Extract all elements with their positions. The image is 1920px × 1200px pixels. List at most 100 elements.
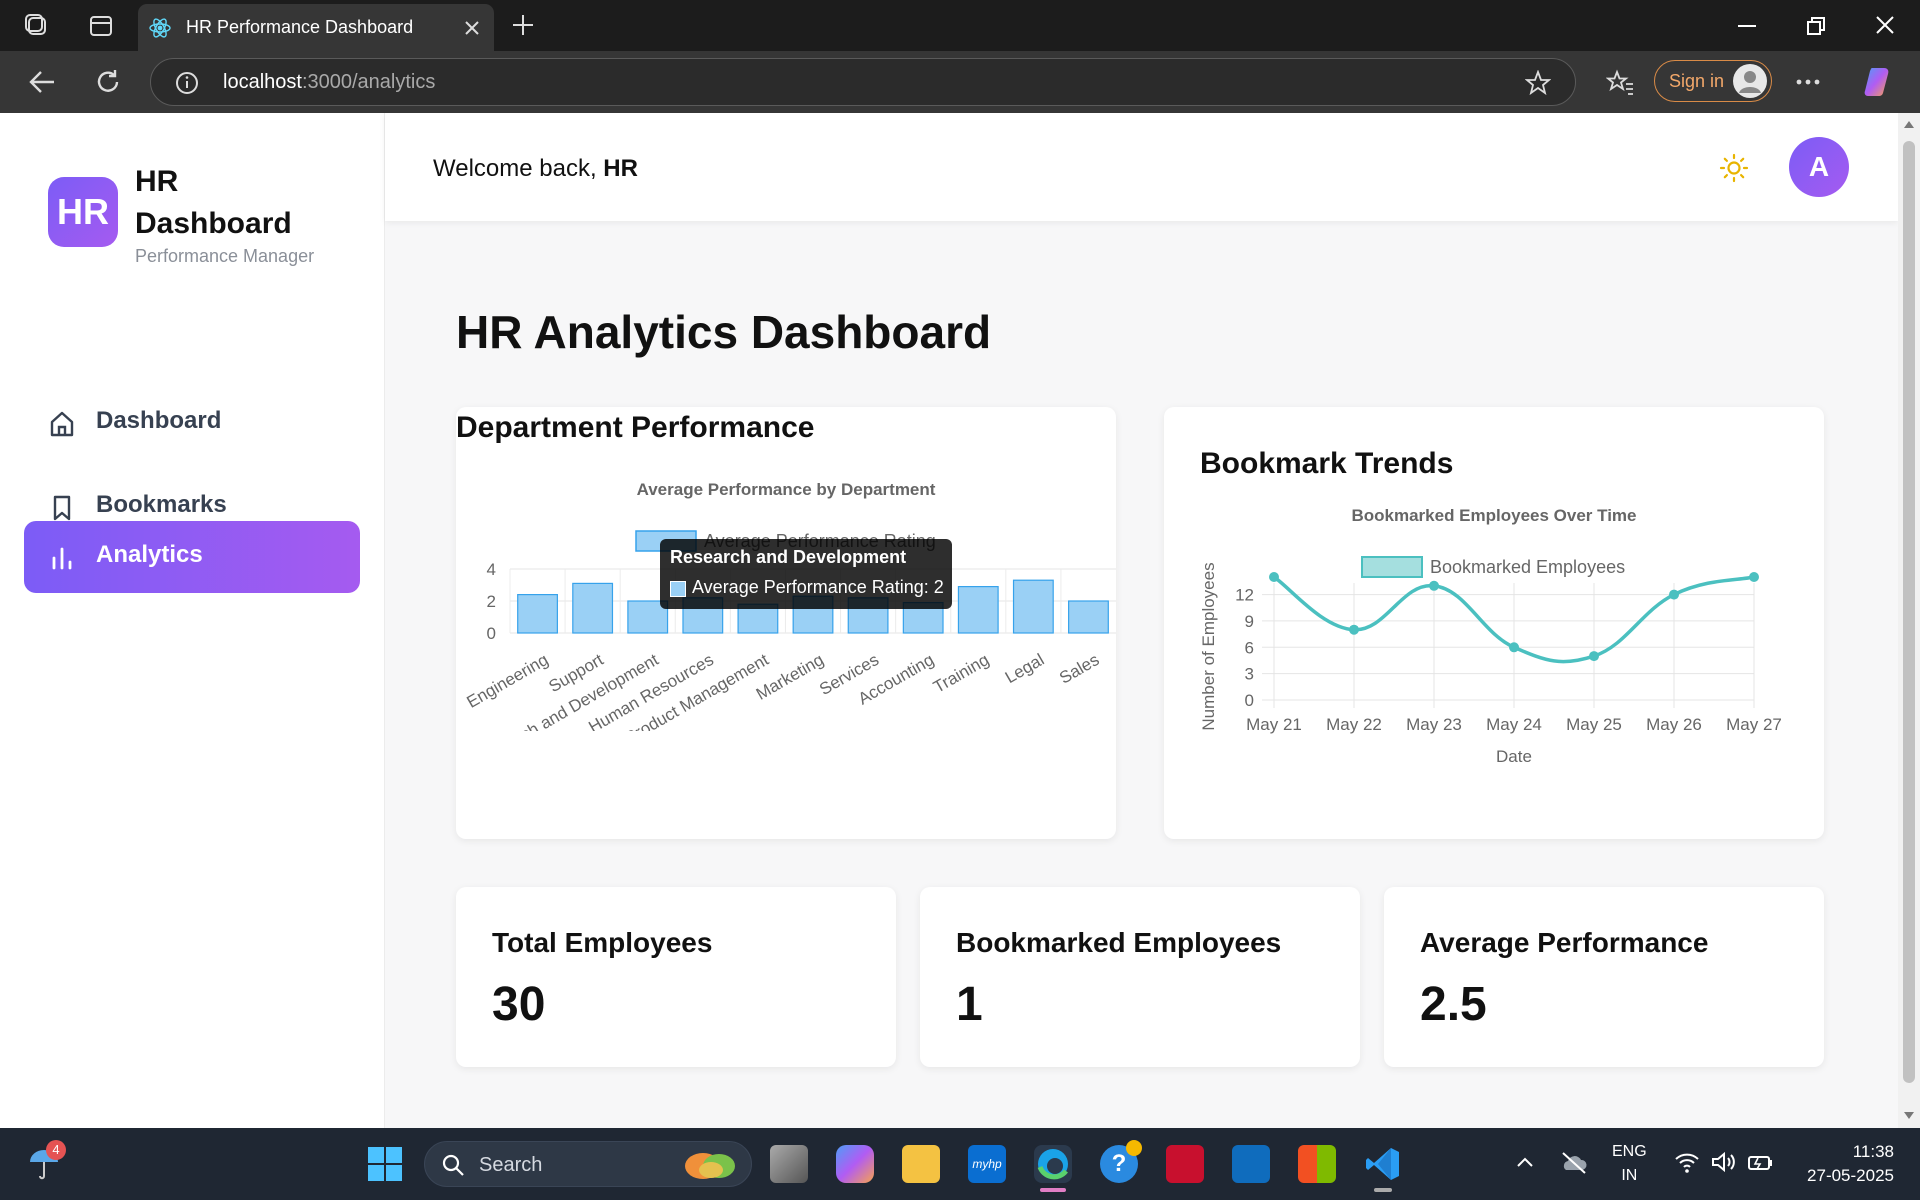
chart-title: Average Performance by Department	[637, 480, 936, 499]
sun-icon[interactable]	[1719, 153, 1749, 183]
bookmark-icon	[53, 495, 71, 521]
microsoft-store-icon[interactable]	[1298, 1145, 1336, 1183]
top-header: Welcome back, HR A	[385, 113, 1898, 221]
site-info-icon[interactable]	[175, 71, 199, 95]
url-text[interactable]: localhost:3000/analytics	[223, 71, 435, 94]
windows-taskbar: 4 Search myhp ? ENG IN 11:38 27-05-2025	[0, 1128, 1920, 1200]
bar	[572, 582, 614, 634]
myhp-icon[interactable]: myhp	[968, 1145, 1006, 1183]
x-tick-label: May 22	[1326, 715, 1382, 734]
data-point	[1589, 651, 1599, 662]
favorites-icon[interactable]	[1606, 69, 1634, 95]
search-highlight-icon	[685, 1153, 735, 1179]
y-tick-label: 3	[1245, 665, 1254, 684]
stat-card-total-employees: Total Employees 30	[456, 887, 896, 1067]
card-title: Department Performance	[456, 411, 815, 444]
sidebar: HR HR Dashboard Performance Manager Dash…	[0, 113, 385, 1128]
chevron-up-icon[interactable]	[1516, 1156, 1534, 1168]
legend-swatch	[1361, 556, 1423, 578]
tab-title: HR Performance Dashboard	[186, 17, 414, 37]
x-tick-label: May 21	[1246, 715, 1302, 734]
react-favicon-icon	[149, 18, 171, 38]
search-label: Search	[479, 1154, 543, 1176]
file-explorer-icon[interactable]	[902, 1145, 940, 1183]
tab-actions-icon[interactable]	[89, 14, 113, 38]
scroll-down-icon[interactable]	[1903, 1111, 1915, 1121]
more-options-icon[interactable]	[1796, 79, 1820, 85]
page-scrollbar[interactable]	[1898, 113, 1920, 1128]
vscode-running-indicator	[1374, 1188, 1392, 1192]
close-window-icon[interactable]	[1876, 16, 1894, 34]
close-tab-icon[interactable]	[464, 20, 480, 36]
copilot-icon[interactable]	[1862, 65, 1896, 99]
browser-tab-bar: HR Performance Dashboard	[0, 0, 1920, 51]
data-point	[1269, 572, 1279, 582]
volume-icon[interactable]	[1710, 1150, 1736, 1174]
new-tab-icon[interactable]	[512, 14, 534, 36]
home-icon	[50, 411, 74, 437]
taskbar-search[interactable]: Search	[424, 1141, 752, 1187]
sidebar-item-label: Analytics	[96, 541, 203, 568]
tooltip-title: Research and Development	[670, 547, 907, 567]
chart-title: Bookmarked Employees Over Time	[1351, 506, 1636, 525]
data-point	[1349, 624, 1359, 635]
copilot-taskbar-icon[interactable]	[836, 1145, 874, 1183]
stat-value: 1	[956, 978, 983, 1031]
outlook-icon[interactable]	[1232, 1145, 1270, 1183]
data-point	[1429, 580, 1439, 591]
restore-icon[interactable]	[1806, 16, 1826, 36]
scroll-up-icon[interactable]	[1903, 119, 1915, 129]
chart-tooltip: Research and Development Average Perform…	[660, 539, 952, 609]
region-code: IN	[1621, 1167, 1638, 1184]
bar	[517, 593, 558, 634]
x-tick-label: May 26	[1646, 715, 1702, 734]
scrollbar-thumb[interactable]	[1903, 141, 1915, 1083]
minimize-icon[interactable]	[1738, 24, 1756, 28]
sidebar-item-analytics[interactable]: Analytics	[24, 521, 360, 593]
user-avatar[interactable]: A	[1789, 137, 1849, 197]
clock-time: 11:38	[1852, 1142, 1894, 1161]
sidebar-item-dashboard[interactable]: Dashboard	[24, 387, 360, 459]
bookmark-line-chart[interactable]: Bookmarked Employees Over Time Bookmarked…	[1164, 497, 1824, 827]
workspaces-icon[interactable]	[24, 13, 50, 39]
stat-value: 30	[492, 978, 546, 1031]
welcome-text: Welcome back, HR	[433, 155, 638, 183]
tooltip-body: Average Performance Rating: 2	[692, 577, 944, 597]
wifi-icon[interactable]	[1674, 1150, 1700, 1174]
browser-tab-active[interactable]: HR Performance Dashboard	[138, 4, 494, 51]
clock-date: 27-05-2025	[1807, 1166, 1894, 1185]
onedrive-offline-icon[interactable]	[1560, 1150, 1588, 1174]
x-tick-label: May 24	[1486, 715, 1542, 734]
department-performance-card: Department Performance Average Performan…	[456, 407, 1116, 839]
vscode-icon[interactable]	[1364, 1145, 1402, 1183]
y-tick-label: 6	[1245, 638, 1254, 657]
edge-browser-icon[interactable]	[1034, 1145, 1072, 1183]
url-path: :3000/analytics	[301, 71, 436, 93]
battery-icon[interactable]	[1746, 1150, 1774, 1174]
y-tick-label: 12	[1235, 586, 1254, 605]
edge-active-indicator	[1040, 1188, 1066, 1192]
y-tick-label: 0	[487, 624, 496, 643]
address-bar[interactable]: localhost:3000/analytics	[150, 58, 1576, 106]
page-title: HR Analytics Dashboard	[456, 306, 992, 358]
task-view-icon[interactable]	[770, 1145, 808, 1183]
sign-in-label: Sign in	[1669, 71, 1725, 91]
notification-badge: 4	[46, 1140, 66, 1160]
sign-in-button[interactable]: Sign in	[1654, 60, 1772, 102]
back-icon[interactable]	[28, 69, 56, 95]
stat-label: Average Performance	[1420, 927, 1709, 958]
stat-card-bookmarked-employees: Bookmarked Employees 1	[920, 887, 1360, 1067]
weather-widget[interactable]: 4	[26, 1140, 66, 1184]
app-logo: HR	[48, 177, 118, 247]
y-tick-label: 4	[487, 560, 496, 579]
reload-icon[interactable]	[94, 68, 122, 96]
system-clock[interactable]: 11:38 27-05-2025	[1807, 1140, 1894, 1188]
windows-start-icon[interactable]	[367, 1146, 403, 1182]
language-indicator[interactable]: ENG IN	[1612, 1140, 1647, 1188]
mcafee-icon[interactable]	[1166, 1145, 1204, 1183]
favorite-star-icon[interactable]	[1525, 70, 1551, 96]
search-icon	[442, 1154, 464, 1176]
bar-chart-icon	[52, 547, 72, 570]
bar	[957, 585, 999, 634]
welcome-prefix: Welcome back,	[433, 155, 604, 182]
